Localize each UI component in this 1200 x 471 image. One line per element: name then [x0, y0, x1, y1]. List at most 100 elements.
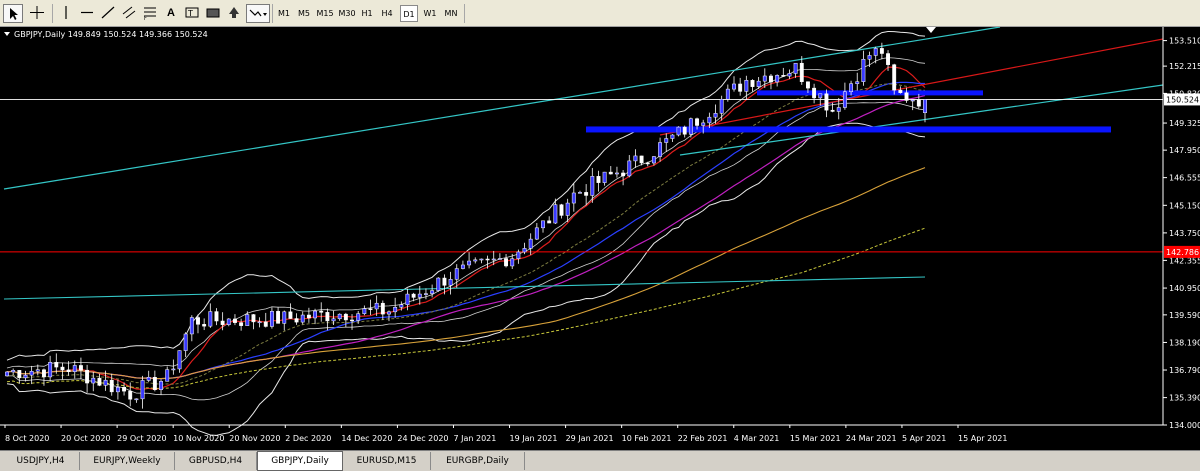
candle-body — [651, 156, 656, 164]
candle-body — [892, 64, 897, 91]
candle-body — [695, 118, 699, 126]
candle-body — [263, 321, 268, 327]
time-tick-label: 24 Dec 2020 — [397, 434, 448, 443]
candle-body — [288, 311, 293, 319]
current-price-label: 150.524 — [1166, 95, 1199, 104]
candle-body — [633, 155, 638, 162]
price-tick-label: 139.590 — [1169, 311, 1200, 320]
candle-body — [608, 171, 613, 175]
line-style-dropdown[interactable] — [246, 4, 270, 23]
candle-body — [861, 58, 866, 82]
vertical-line-tool-button[interactable] — [57, 4, 75, 23]
candle-body — [35, 369, 40, 372]
timeframe-d1[interactable]: D1 — [400, 5, 418, 22]
candle-body — [54, 362, 59, 368]
time-tick-label: 29 Oct 2020 — [117, 434, 166, 443]
text-tool-button[interactable]: A — [162, 4, 180, 23]
trendline-tool-button[interactable] — [99, 4, 117, 23]
candle-body — [873, 48, 878, 56]
candle-body — [467, 260, 472, 266]
trendline-cyan-upper — [3, 26, 1001, 190]
rectangle-tool-button[interactable] — [204, 4, 222, 23]
timeframe-w1[interactable]: W1 — [421, 5, 439, 22]
text-label-icon: T — [185, 7, 199, 18]
candle-body — [313, 310, 317, 319]
candle-body — [923, 99, 927, 113]
candle-body — [898, 89, 903, 93]
support-zone-bar — [586, 126, 1111, 133]
candle-body — [177, 350, 182, 370]
candle-body — [239, 322, 244, 326]
time-tick-label: 15 Mar 2021 — [790, 434, 841, 443]
candle-body — [331, 318, 336, 322]
text-label-tool-button[interactable]: T — [183, 4, 201, 23]
tab-eurgbp-daily[interactable]: EURGBP,Daily — [431, 452, 525, 470]
candle-body — [220, 320, 225, 325]
price-tick-label: 138.190 — [1169, 338, 1200, 347]
candle-body — [707, 116, 712, 124]
candle-body — [97, 377, 102, 386]
crosshair-tool-button[interactable] — [27, 4, 47, 23]
horizontal-line-tool-button[interactable] — [78, 4, 96, 23]
price-chart-area[interactable]: 153.510152.215150.830149.325147.950146.5… — [0, 26, 1200, 450]
time-tick-label: 8 Oct 2020 — [5, 434, 49, 443]
candle-body — [836, 107, 841, 112]
arrows-tool-button[interactable] — [225, 4, 243, 23]
timeframe-m30[interactable]: M30 — [337, 5, 357, 22]
tab-gbpjpy-daily[interactable]: GBPJPY,Daily — [257, 451, 343, 471]
candle-body — [886, 53, 890, 65]
candle-body — [436, 277, 441, 291]
price-tick-label: 145.150 — [1169, 201, 1200, 210]
time-tick-label: 10 Feb 2021 — [622, 434, 672, 443]
ma-magenta — [6, 95, 926, 380]
timeframe-mn[interactable]: MN — [441, 5, 461, 22]
candle-body — [393, 307, 398, 313]
candle-body — [152, 377, 157, 390]
cursor-tool-button[interactable] — [3, 4, 23, 23]
candle-body — [85, 369, 90, 384]
candle-body — [725, 88, 730, 100]
time-tick-label: 19 Jan 2021 — [510, 434, 558, 443]
candle-body — [615, 172, 619, 175]
candle-body — [682, 126, 687, 135]
price-tick-label: 147.950 — [1169, 146, 1200, 155]
candle-body — [417, 293, 422, 298]
equidistant-channel-tool-button[interactable] — [120, 4, 138, 23]
candle-body — [325, 312, 330, 322]
candle-body — [719, 98, 724, 114]
candle-body — [146, 377, 151, 381]
candle-body — [11, 370, 16, 373]
tab-eurjpy-weekly[interactable]: EURJPY,Weekly — [80, 452, 175, 470]
candle-body — [916, 99, 921, 107]
candle-body — [66, 369, 71, 372]
timeframe-m1[interactable]: M1 — [276, 5, 292, 22]
timeframe-h1[interactable]: H1 — [359, 5, 375, 22]
timeframe-m5[interactable]: M5 — [296, 5, 312, 22]
candle-body — [584, 192, 589, 196]
candle-body — [442, 277, 447, 286]
fibonacci-tool-button[interactable]: F — [141, 4, 159, 23]
candle-body — [713, 113, 718, 118]
candle-body — [479, 258, 484, 261]
time-tick-label: 15 Apr 2021 — [958, 434, 1007, 443]
candle-body — [183, 333, 188, 351]
time-tick-label: 20 Oct 2020 — [61, 434, 110, 443]
tab-usdjpy-h4[interactable]: USDJPY,H4 — [2, 452, 80, 470]
candle-body — [504, 258, 508, 267]
candle-body — [793, 62, 798, 74]
ma-orange — [6, 167, 926, 380]
candle-body — [122, 387, 127, 392]
timeframe-h4[interactable]: H4 — [379, 5, 395, 22]
candle-body — [109, 379, 114, 393]
line-style-icon — [249, 9, 267, 17]
candle-body — [29, 370, 34, 376]
tab-eurusd-m15[interactable]: EURUSD,M15 — [343, 452, 431, 470]
candle-body — [343, 313, 348, 321]
timeframe-m15[interactable]: M15 — [315, 5, 335, 22]
price-chart[interactable]: 153.510152.215150.830149.325147.950146.5… — [0, 26, 1200, 450]
candle-body — [849, 83, 854, 93]
candle-body — [269, 311, 274, 327]
candle-body — [134, 398, 139, 401]
tab-gbpusd-h4[interactable]: GBPUSD,H4 — [175, 452, 257, 470]
candle-body — [387, 311, 391, 315]
